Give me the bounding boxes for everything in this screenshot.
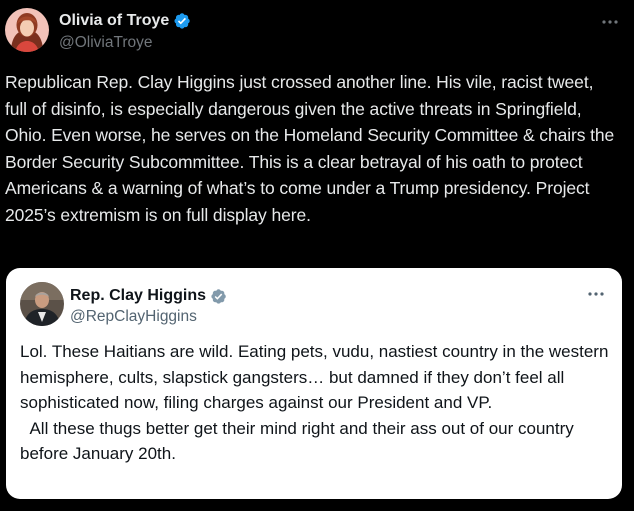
author-display-name[interactable]: Olivia of Troye	[59, 12, 169, 30]
tweet: Olivia of Troye @OliviaTroye Republican …	[0, 0, 634, 511]
quoted-tweet[interactable]: Rep. Clay Higgins @RepClayHiggins Lol. T…	[6, 268, 622, 499]
tweet-text: Republican Rep. Clay Higgins just crosse…	[5, 72, 615, 225]
quoted-avatar[interactable]	[20, 282, 64, 326]
quoted-tweet-text: Lol. These Haitians are wild. Eating pet…	[20, 342, 609, 463]
quoted-author-display-name[interactable]: Rep. Clay Higgins	[70, 287, 206, 305]
author-block: Olivia of Troye @OliviaTroye	[59, 11, 191, 52]
verified-badge-icon[interactable]	[173, 12, 191, 30]
quoted-author-handle[interactable]: @RepClayHiggins	[70, 308, 227, 326]
author-handle[interactable]: @OliviaTroye	[59, 34, 191, 52]
more-horizontal-icon[interactable]	[586, 284, 606, 304]
government-verified-badge-icon[interactable]	[210, 288, 227, 305]
quoted-author-block: Rep. Clay Higgins @RepClayHiggins	[70, 286, 227, 326]
profile-photo-icon	[5, 8, 49, 52]
profile-photo-icon	[20, 282, 64, 326]
avatar[interactable]	[5, 8, 49, 52]
more-horizontal-icon[interactable]	[600, 12, 620, 32]
